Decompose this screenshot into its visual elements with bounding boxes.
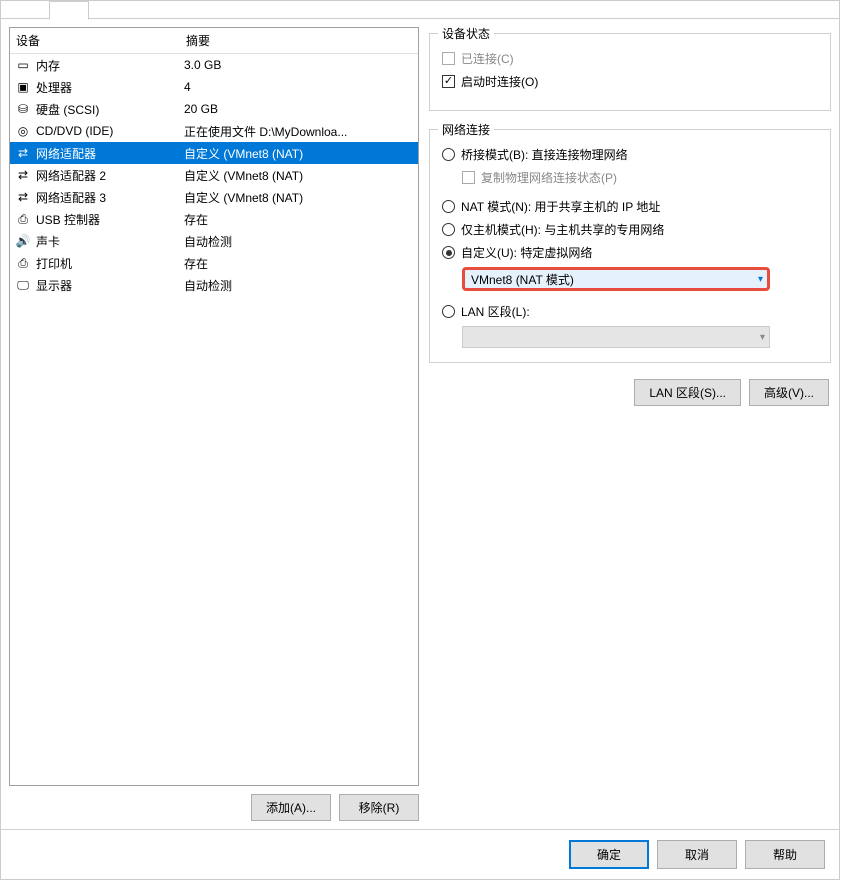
cd-icon: ◎ (14, 123, 32, 139)
lan-segment-label: LAN 区段(L): (461, 303, 530, 320)
custom-network-combo[interactable]: VMnet8 (NAT 模式) ▾ (462, 267, 770, 291)
add-button[interactable]: 添加(A)... (251, 794, 331, 821)
display-icon: 🖵 (14, 277, 32, 293)
device-name: 网络适配器 (36, 145, 184, 162)
dialog-buttons: 确定 取消 帮助 (1, 829, 839, 879)
device-name: CD/DVD (IDE) (36, 124, 184, 138)
network-icon: ⇄ (14, 167, 32, 183)
lan-segment-radio[interactable] (442, 305, 455, 318)
remove-button[interactable]: 移除(R) (339, 794, 419, 821)
connect-on-power-label: 启动时连接(O) (461, 73, 538, 90)
sound-icon: 🔊 (14, 233, 32, 249)
device-name: 声卡 (36, 233, 184, 250)
lan-segments-button[interactable]: LAN 区段(S)... (634, 379, 741, 406)
device-row[interactable]: 🖵显示器自动检测 (10, 274, 418, 296)
device-summary: 自定义 (VMnet8 (NAT) (184, 167, 414, 184)
device-summary: 自定义 (VMnet8 (NAT) (184, 189, 414, 206)
device-row[interactable]: 🔊声卡自动检测 (10, 230, 418, 252)
device-summary: 3.0 GB (184, 58, 414, 72)
custom-radio[interactable] (442, 246, 455, 259)
device-summary: 自定义 (VMnet8 (NAT) (184, 145, 414, 162)
device-list-header: 设备 摘要 (10, 28, 418, 54)
network-icon: ⇄ (14, 189, 32, 205)
custom-network-value: VMnet8 (NAT 模式) (471, 271, 574, 288)
device-row[interactable]: ⛁硬盘 (SCSI)20 GB (10, 98, 418, 120)
replicate-checkbox (462, 171, 475, 184)
device-name: USB 控制器 (36, 211, 184, 228)
device-summary: 4 (184, 80, 414, 94)
device-summary: 20 GB (184, 102, 414, 116)
device-name: 处理器 (36, 79, 184, 96)
nat-label: NAT 模式(N): 用于共享主机的 IP 地址 (461, 198, 660, 215)
usb-icon: ⎙ (14, 211, 32, 227)
connect-on-power-checkbox[interactable] (442, 75, 455, 88)
device-name: 内存 (36, 57, 184, 74)
help-button[interactable]: 帮助 (745, 840, 825, 869)
device-name: 硬盘 (SCSI) (36, 101, 184, 118)
device-summary: 自动检测 (184, 233, 414, 250)
device-row[interactable]: ◎ CD/DVD (IDE)正在使用文件 D:\MyDownloa... (10, 120, 418, 142)
disk-icon: ⛁ (14, 101, 32, 117)
printer-icon: ⎙ (14, 255, 32, 271)
device-name: 显示器 (36, 277, 184, 294)
device-row[interactable]: ⎙USB 控制器存在 (10, 208, 418, 230)
device-list[interactable]: 设备 摘要 ▭内存3.0 GB▣处理器4⛁硬盘 (SCSI)20 GB◎CD/D… (9, 27, 419, 786)
bridged-radio[interactable] (442, 148, 455, 161)
lan-segment-combo: ▾ (462, 326, 770, 348)
replicate-label: 复制物理网络连接状态(P) (481, 169, 617, 186)
ok-button[interactable]: 确定 (569, 840, 649, 869)
memory-icon: ▭ (14, 57, 32, 73)
device-row[interactable]: ⎙打印机存在 (10, 252, 418, 274)
network-connection-group: 网络连接 桥接模式(B): 直接连接物理网络 复制物理网络连接状态(P) NAT… (429, 129, 831, 363)
nat-radio[interactable] (442, 200, 455, 213)
custom-label: 自定义(U): 特定虚拟网络 (461, 244, 592, 261)
tab-bar (1, 1, 839, 19)
device-summary: 存在 (184, 211, 414, 228)
network-icon: ⇄ (14, 145, 32, 161)
device-row[interactable]: ⇄网络适配器 2自定义 (VMnet8 (NAT) (10, 164, 418, 186)
chevron-down-icon: ▾ (758, 274, 763, 285)
device-name: 打印机 (36, 255, 184, 272)
cancel-button[interactable]: 取消 (657, 840, 737, 869)
device-summary: 正在使用文件 D:\MyDownloa... (184, 123, 414, 140)
header-device: 设备 (16, 32, 186, 49)
device-summary: 自动检测 (184, 277, 414, 294)
cpu-icon: ▣ (14, 79, 32, 95)
device-summary: 存在 (184, 255, 414, 272)
device-row[interactable]: ⇄网络适配器 3自定义 (VMnet8 (NAT) (10, 186, 418, 208)
device-status-title: 设备状态 (438, 25, 494, 42)
hostonly-radio[interactable] (442, 223, 455, 236)
device-name: 网络适配器 3 (36, 189, 184, 206)
connected-label: 已连接(C) (461, 50, 514, 67)
device-name: 网络适配器 2 (36, 167, 184, 184)
device-status-group: 设备状态 已连接(C) 启动时连接(O) (429, 33, 831, 111)
device-row[interactable]: ▣处理器4 (10, 76, 418, 98)
advanced-button[interactable]: 高级(V)... (749, 379, 829, 406)
bridged-label: 桥接模式(B): 直接连接物理网络 (461, 146, 628, 163)
connected-checkbox (442, 52, 455, 65)
header-summary: 摘要 (186, 32, 412, 49)
device-row[interactable]: ⇄网络适配器自定义 (VMnet8 (NAT) (10, 142, 418, 164)
hostonly-label: 仅主机模式(H): 与主机共享的专用网络 (461, 221, 664, 238)
device-row[interactable]: ▭内存3.0 GB (10, 54, 418, 76)
network-connection-title: 网络连接 (438, 121, 494, 138)
chevron-down-icon: ▾ (760, 332, 765, 343)
